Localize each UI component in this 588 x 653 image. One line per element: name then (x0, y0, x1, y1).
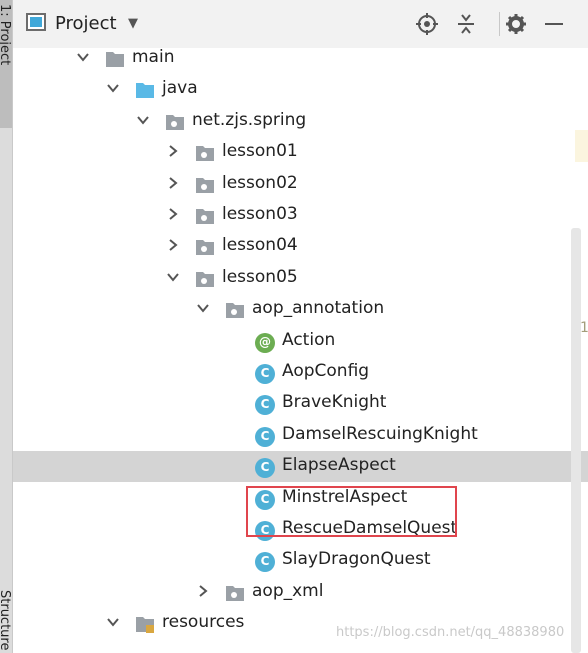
chevron-down-icon[interactable] (136, 113, 150, 127)
tree-row-label: lesson03 (222, 204, 298, 224)
tree-row[interactable]: net.zjs.spring (13, 106, 588, 137)
vertical-scrollbar[interactable] (571, 228, 581, 653)
class-icon: C (255, 552, 275, 573)
tree-row-label: lesson04 (222, 235, 298, 256)
tree-row[interactable]: @ Action (13, 326, 588, 357)
tree-row[interactable]: lesson05 (13, 263, 588, 294)
tree-row-label: SlayDragonQuest (282, 549, 431, 570)
tree-row-label: BraveKnight (282, 392, 387, 413)
tool-window-strip: 1: Project Structure (0, 0, 13, 653)
chevron-down-icon[interactable] (106, 615, 120, 629)
tree-row[interactable]: aop_xml (13, 577, 588, 608)
package-icon (166, 114, 184, 130)
package-icon (196, 209, 214, 224)
chevron-down-icon[interactable] (196, 301, 210, 315)
tree-row[interactable]: aop_annotation (13, 294, 588, 325)
tree-row[interactable]: lesson02 (13, 169, 588, 200)
chevron-down-icon[interactable] (76, 50, 90, 64)
chevron-down-icon[interactable] (106, 81, 120, 95)
resources-folder-icon (136, 617, 154, 634)
tree-row-label: lesson05 (222, 266, 298, 287)
tree-row[interactable]: lesson01 (13, 137, 588, 168)
tree-row-label: main (132, 47, 175, 67)
editor-edge (575, 130, 588, 162)
header-divider (499, 12, 500, 36)
class-icon: C (255, 395, 275, 416)
gear-icon[interactable] (504, 12, 528, 36)
package-icon (196, 146, 214, 162)
tree-row[interactable]: lesson04 (13, 231, 588, 262)
project-view-icon (26, 13, 46, 31)
project-tool-tab-label: 1: Project (0, 4, 12, 66)
tree-row[interactable]: lesson03 (13, 200, 588, 231)
package-icon (196, 177, 214, 193)
tree-row[interactable]: C ElapseAspect (13, 451, 588, 483)
project-panel-header: Project ▼ (13, 0, 588, 48)
tree-row-label: lesson02 (222, 172, 298, 193)
tree-row-label: ElapseAspect (282, 455, 396, 476)
class-icon: C (255, 364, 275, 384)
red-highlight-box (246, 486, 457, 537)
chevron-right-icon[interactable] (166, 238, 180, 252)
annotation-icon: @ (255, 332, 275, 353)
tree-row[interactable]: java (13, 74, 588, 105)
folder-icon (106, 52, 124, 67)
package-icon (226, 585, 244, 601)
structure-tool-tab-label[interactable]: Structure (0, 590, 12, 650)
minimize-icon[interactable] (542, 12, 566, 36)
chevron-right-icon[interactable] (166, 176, 180, 190)
tree-row-label: java (162, 78, 198, 99)
editor-gutter-digit: 1 (580, 320, 588, 336)
package-icon (226, 303, 244, 319)
chevron-right-icon[interactable] (166, 207, 180, 221)
project-tool-tab[interactable]: 1: Project (0, 0, 12, 128)
locate-target-icon[interactable] (415, 12, 439, 36)
project-tree: main java net.zjs.spring lesson01 lesson02 le… (13, 47, 588, 653)
tree-row[interactable]: C DamselRescuingKnight (13, 420, 588, 451)
tree-row-label: AopConfig (282, 361, 370, 381)
collapse-all-icon[interactable] (454, 12, 478, 36)
class-icon: C (255, 458, 275, 479)
package-icon (196, 271, 214, 287)
tree-row[interactable]: main (13, 43, 588, 74)
source-folder-icon (136, 83, 154, 99)
panel-title: Project (55, 13, 117, 34)
tree-row-label: net.zjs.spring (192, 109, 307, 130)
class-icon: C (255, 426, 275, 447)
tree-row-label: Action (282, 329, 336, 350)
tree-row-label: lesson01 (222, 141, 298, 162)
tree-row-label: resources (162, 612, 245, 633)
tree-row-label: aop_xml (252, 580, 324, 601)
tree-row[interactable]: C SlayDragonQuest (13, 545, 588, 576)
tree-row-label: aop_annotation (252, 298, 385, 319)
package-icon (196, 240, 214, 256)
chevron-down-icon[interactable] (166, 270, 180, 284)
tree-row[interactable]: C AopConfig (13, 357, 588, 388)
chevron-right-icon[interactable] (166, 144, 180, 158)
tree-row-label: DamselRescuingKnight (282, 423, 478, 444)
view-dropdown-chevron-icon[interactable]: ▼ (128, 16, 138, 31)
tree-row[interactable]: C BraveKnight (13, 388, 588, 419)
chevron-right-icon[interactable] (196, 584, 210, 598)
watermark: https://blog.csdn.net/qq_48838980 (336, 625, 565, 640)
